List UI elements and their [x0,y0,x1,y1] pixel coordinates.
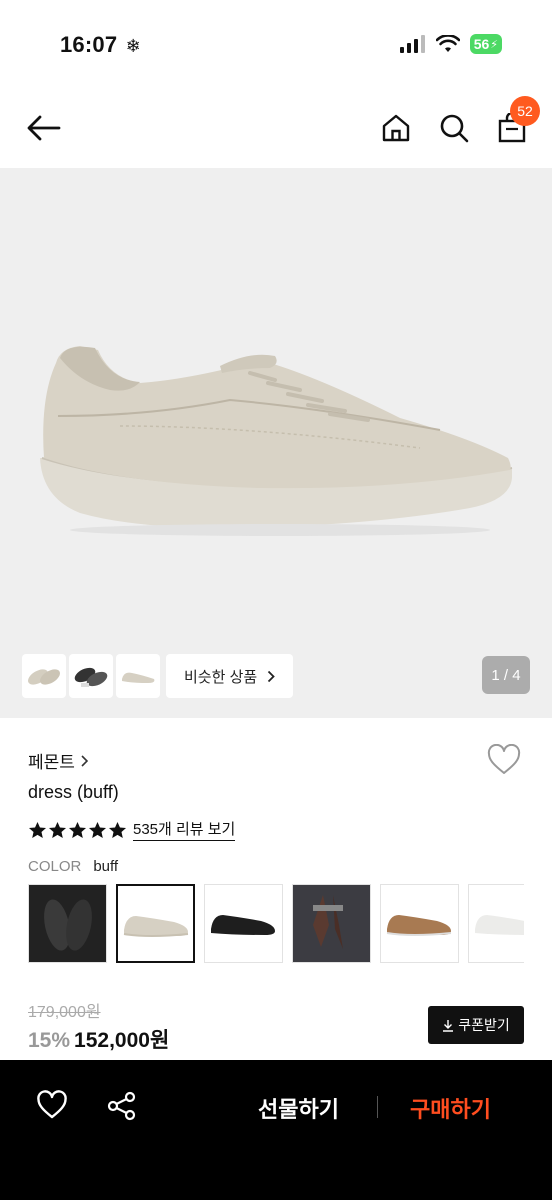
discount-rate: 15% [28,1029,71,1052]
wifi-icon [435,35,460,52]
thumbnail-strip: 비슷한 상품 [22,654,294,698]
original-price: 179,000원 [28,1004,101,1021]
color-value: buff [93,858,119,875]
brand-name: 페몬트 [28,753,75,772]
bottom-action-bar: 선물하기 구매하기 [0,1060,552,1200]
chevron-right-icon [268,670,275,682]
thumbnail-image [74,667,108,687]
thumbnail-image [28,669,60,685]
sale-price: 152,000원 [74,1029,170,1052]
charging-icon: ⚡ [490,38,498,51]
review-link[interactable]: 535개 리뷰 보기 [133,818,236,841]
price-row: 15% 152,000원 [28,1024,169,1054]
swatch-white[interactable] [468,884,524,963]
product-name: dress (buff) [28,782,119,802]
home-button[interactable] [376,108,416,148]
swatch-black-2[interactable] [204,884,283,963]
battery-indicator: 56 ⚡ [469,34,502,54]
rating-row: 535개 리뷰 보기 [28,818,236,841]
swatch-tan[interactable] [380,884,459,963]
search-button[interactable] [434,108,474,148]
star-icon [28,821,47,838]
heart-icon [37,1090,67,1119]
swatch-black[interactable] [28,884,107,963]
snowflake-icon: ❄ [125,36,141,56]
star-icon [108,821,127,838]
nav-bar [0,90,552,168]
product-image [40,346,513,536]
wishlist-button[interactable] [36,1090,70,1124]
similar-products-button[interactable]: 비슷한 상품 [166,654,294,698]
buy-button[interactable]: 구매하기 [410,1092,491,1124]
swatch-image [386,915,452,936]
back-button[interactable] [24,108,64,148]
status-indicators: 56 ⚡ [399,34,502,54]
star-icon [68,821,87,838]
share-button[interactable] [106,1090,140,1124]
page-indicator: 1 / 4 [482,656,530,694]
swatch-buff[interactable] [116,884,195,963]
divider [377,1096,378,1118]
thumbnail-1[interactable] [22,654,66,698]
cart-count-badge: 52 [510,96,540,126]
status-bar: 16:07 ❄ 56 ⚡ [0,0,552,90]
star-rating [28,821,127,839]
similar-products-label: 비슷한 상품 [184,668,258,686]
color-swatch-list [28,884,524,964]
battery-level: 56 [473,36,490,52]
coupon-label: 쿠폰받기 [458,1017,510,1033]
color-label: COLOR [28,858,82,875]
heart-icon [487,743,521,774]
thumbnail-2[interactable] [69,654,113,698]
home-icon [382,114,410,142]
product-image-gallery[interactable]: 비슷한 상품 1 / 4 [0,168,552,718]
status-time: 16:07 ❄ [60,32,141,58]
coupon-button[interactable]: 쿠폰받기 [428,1006,524,1044]
swatch-image [29,885,106,962]
chevron-right-icon [81,754,88,767]
swatch-image [123,916,189,937]
thumbnail-image [122,672,155,683]
swatch-image [211,915,275,935]
page-indicator-text: 1 / 4 [491,666,521,684]
star-icon [48,821,67,838]
brand-link[interactable]: 페몬트 [28,748,88,773]
signal-icon [399,35,425,53]
status-time-text: 16:07 [60,32,118,57]
share-icon [107,1091,136,1121]
like-button[interactable] [486,743,526,784]
star-icon [88,821,107,838]
search-icon [440,114,469,143]
thumbnail-3[interactable] [116,654,160,698]
cart-count: 52 [517,103,533,119]
gift-button[interactable]: 선물하기 [258,1092,339,1124]
download-icon [443,1019,454,1032]
arrow-left-icon [27,115,61,141]
swatch-image [293,885,370,962]
swatch-image [475,915,524,935]
swatch-brown[interactable] [292,884,371,963]
color-row: COLOR buff [28,858,118,875]
